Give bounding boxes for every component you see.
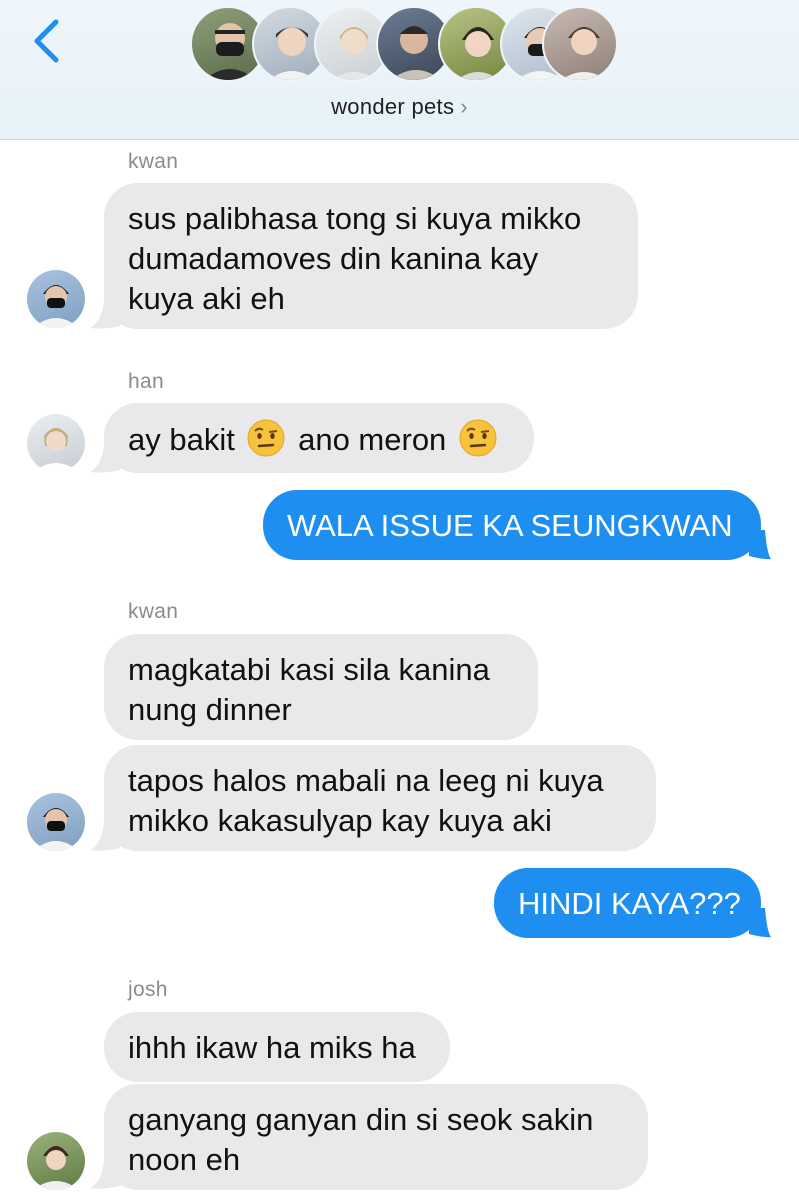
group-avatars[interactable] <box>190 6 620 86</box>
bubble-tail-icon <box>90 444 120 473</box>
message-text: ay bakit <box>128 422 235 457</box>
group-name[interactable]: wonder pets › <box>0 94 799 120</box>
message-line: kuya aki eh <box>128 281 285 316</box>
face-with-raised-eyebrow-icon <box>247 419 285 457</box>
back-chevron-icon[interactable] <box>28 18 68 64</box>
avatar[interactable] <box>27 793 85 851</box>
message-text: WALA ISSUE KA SEUNGKWAN <box>287 508 733 543</box>
sender-name: josh <box>128 978 168 1001</box>
message-line: dumadamoves din kanina kay <box>128 241 539 276</box>
bubble-tail-icon <box>749 530 771 560</box>
incoming-message-bubble[interactable]: magkatabi kasi sila kanina nung dinner <box>104 634 538 740</box>
avatar[interactable] <box>27 1132 85 1190</box>
bubble-tail-icon <box>749 908 771 938</box>
message-text: HINDI KAYA??? <box>518 886 741 921</box>
message-text: ano meron <box>298 422 447 457</box>
sender-name: kwan <box>128 600 179 623</box>
incoming-message-bubble[interactable]: ihhh ikaw ha miks ha <box>104 1012 450 1082</box>
message-line: tapos halos mabali na leeg ni kuya <box>128 763 604 798</box>
sender-name: kwan <box>128 150 179 173</box>
avatar[interactable] <box>27 270 85 328</box>
conversation-header: wonder pets › <box>0 0 799 140</box>
incoming-message-bubble[interactable]: ganyang ganyan din si seok sakin noon eh <box>104 1084 648 1190</box>
incoming-message-bubble[interactable]: ay bakit ano meron <box>104 403 534 473</box>
incoming-message-bubble[interactable]: sus palibhasa tong si kuya mikko dumadam… <box>104 183 638 329</box>
group-name-label: wonder pets <box>331 94 455 119</box>
outgoing-message-bubble[interactable]: HINDI KAYA??? <box>494 868 761 938</box>
bubble-tail-icon <box>90 1160 120 1189</box>
outgoing-message-bubble[interactable]: WALA ISSUE KA SEUNGKWAN <box>263 490 761 560</box>
sender-name: han <box>128 370 164 393</box>
group-member-avatar <box>542 6 618 82</box>
message-line: ganyang ganyan din si seok sakin <box>128 1102 594 1137</box>
incoming-message-bubble[interactable]: tapos halos mabali na leeg ni kuya mikko… <box>104 745 656 851</box>
face-with-raised-eyebrow-icon <box>459 419 497 457</box>
bubble-tail-icon <box>90 300 120 329</box>
message-line: magkatabi kasi sila kanina <box>128 652 490 687</box>
avatar[interactable] <box>27 414 85 472</box>
message-line: mikko kakasulyap kay kuya aki <box>128 803 552 838</box>
message-line: nung dinner <box>128 692 292 727</box>
message-line: sus palibhasa tong si kuya mikko <box>128 201 582 236</box>
bubble-tail-icon <box>90 822 120 851</box>
message-line: noon eh <box>128 1142 241 1177</box>
chevron-right-icon: › <box>460 94 468 119</box>
message-line: ihhh ikaw ha miks ha <box>128 1030 416 1065</box>
